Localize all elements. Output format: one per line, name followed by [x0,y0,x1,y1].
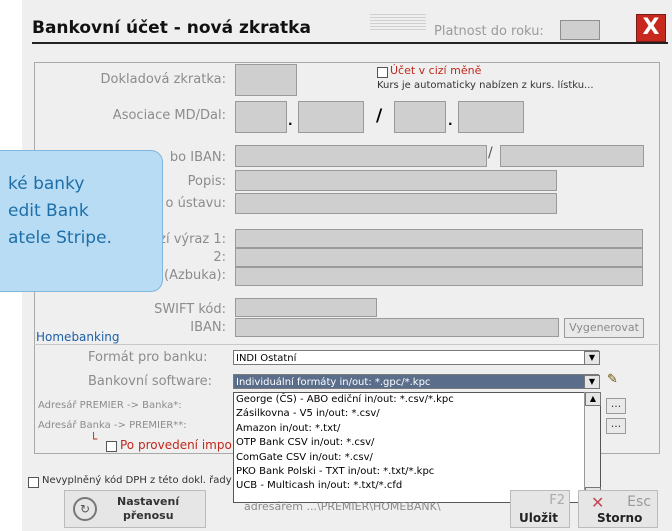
asociace-slash: / [376,106,383,126]
cizi-mena-label: Účet v cizí měně [390,64,482,77]
dropdown-option[interactable]: George (ČS) - ABO ediční in/out: *.csv/*… [234,393,600,407]
adresar-banka-label: Adresář PREMIER -> Banka*: [38,400,182,411]
close-button[interactable]: X [636,14,666,42]
nastaveni-button[interactable]: ↻ Nastavení přenosu [64,490,206,528]
asociace-md-analytika[interactable] [298,101,364,133]
adresar-premier-label: Adresář Banka -> PREMIER**: [38,420,187,431]
vyraz1-input[interactable] [235,229,643,248]
dropdown-option[interactable]: OTP Bank CSV in/out: *.csv/ [234,436,600,450]
esc-label: Esc [627,494,651,510]
popis-input[interactable] [235,170,557,191]
iban-input[interactable] [235,318,559,337]
swift-input[interactable] [235,298,377,317]
nastaveni-line2: přenosu [123,509,174,522]
drag-grip[interactable] [370,14,426,32]
dropdown-option[interactable]: ComGate CSV in/out: *.csv/ [234,451,600,465]
software-label: Bankovní software: [88,374,213,389]
swift-label: SWIFT kód: [154,302,226,317]
cancel-x-icon: ✕ [591,493,605,512]
cislo-uctu-input[interactable] [235,145,487,167]
ulozit-button[interactable]: F2 Uložit [510,490,570,528]
asociace-label: Asociace MD/Dal: [112,108,226,123]
dph-checkbox[interactable] [28,477,39,488]
platnost-input[interactable] [560,20,600,40]
wrench-icon[interactable]: ✎ [607,372,618,387]
browse-button-1[interactable]: ... [606,398,626,414]
dropdown-option[interactable]: PKO Bank Polski - TXT in/out: *.txt/*.kp… [234,465,600,479]
dialog-title: Bankovní účet - nová zkratka [32,18,311,38]
vyraz2-input[interactable] [235,248,643,267]
ustav-input[interactable] [235,193,557,214]
dropdown-option[interactable]: Amazon in/out: *.txt/ [234,422,600,436]
scroll-up-icon[interactable]: ▲ [585,392,601,406]
dropdown-scrollbar[interactable]: ▲ ▼ [584,392,601,501]
asociace-dal-ucet[interactable] [394,101,446,133]
title-divider [32,42,668,44]
asociace-dot2: . [448,114,453,128]
ulozit-label: Uložit [519,511,558,525]
platnost-label: Platnost do roku: [434,24,544,39]
format-dropdown-arrow[interactable]: ▼ [584,351,600,365]
tooltip-line: atele Stripe. [8,228,112,248]
dropdown-option[interactable]: Zásilkovna - V5 in/out: *.csv/ [234,407,600,421]
vygenerovat-button[interactable]: Vygenerovat [564,318,644,338]
provedeni-bracket: └ [90,432,98,446]
format-label: Formát pro banku: [88,350,208,365]
provedeni-label: Po provedení impo [120,438,232,452]
homebanking-divider [34,344,658,345]
provedeni-checkbox[interactable] [106,441,117,452]
iban-slash: / [488,145,493,161]
dokladova-input[interactable] [235,64,297,96]
browse-button-2[interactable]: ... [606,418,626,434]
tooltip-line: edit Bank [8,201,89,221]
cizi-mena-checkbox[interactable] [377,67,388,78]
tooltip-line: ké banky [8,174,85,194]
software-select[interactable]: Individuální formáty in/out: *.gpc/*.kpc [233,374,599,389]
kod-banky-input[interactable] [500,145,644,167]
storno-button[interactable]: ✕ Esc Storno [578,490,658,528]
asociace-md-ucet[interactable] [235,101,287,133]
asociace-dot1: . [288,114,293,128]
adresar-text: adresářem ...\PREMIER\HOMEBANK\ [244,500,441,513]
software-dropdown-list[interactable]: George (ČS) - ABO ediční in/out: *.csv/*… [233,392,601,503]
format-select[interactable]: INDI Ostatní [233,350,599,365]
dokladova-label: Dokladová zkratka: [100,72,226,87]
dph-label: Nevyplněný kód DPH z této dokl. řady [42,475,232,486]
kurs-note: Kurs je automaticky nabízen z kurs. líst… [377,80,594,91]
asociace-dal-analytika[interactable] [458,101,524,133]
azbuka-input[interactable] [235,267,643,286]
f2-label: F2 [549,493,565,508]
sync-icon: ↻ [73,497,97,521]
help-tooltip: ké banky edit Bank atele Stripe. [0,150,163,292]
homebanking-legend: Homebanking [36,330,120,344]
storno-label: Storno [597,511,643,525]
nastaveni-line1: Nastavení [117,495,180,508]
software-dropdown-arrow[interactable]: ▼ [584,375,600,389]
